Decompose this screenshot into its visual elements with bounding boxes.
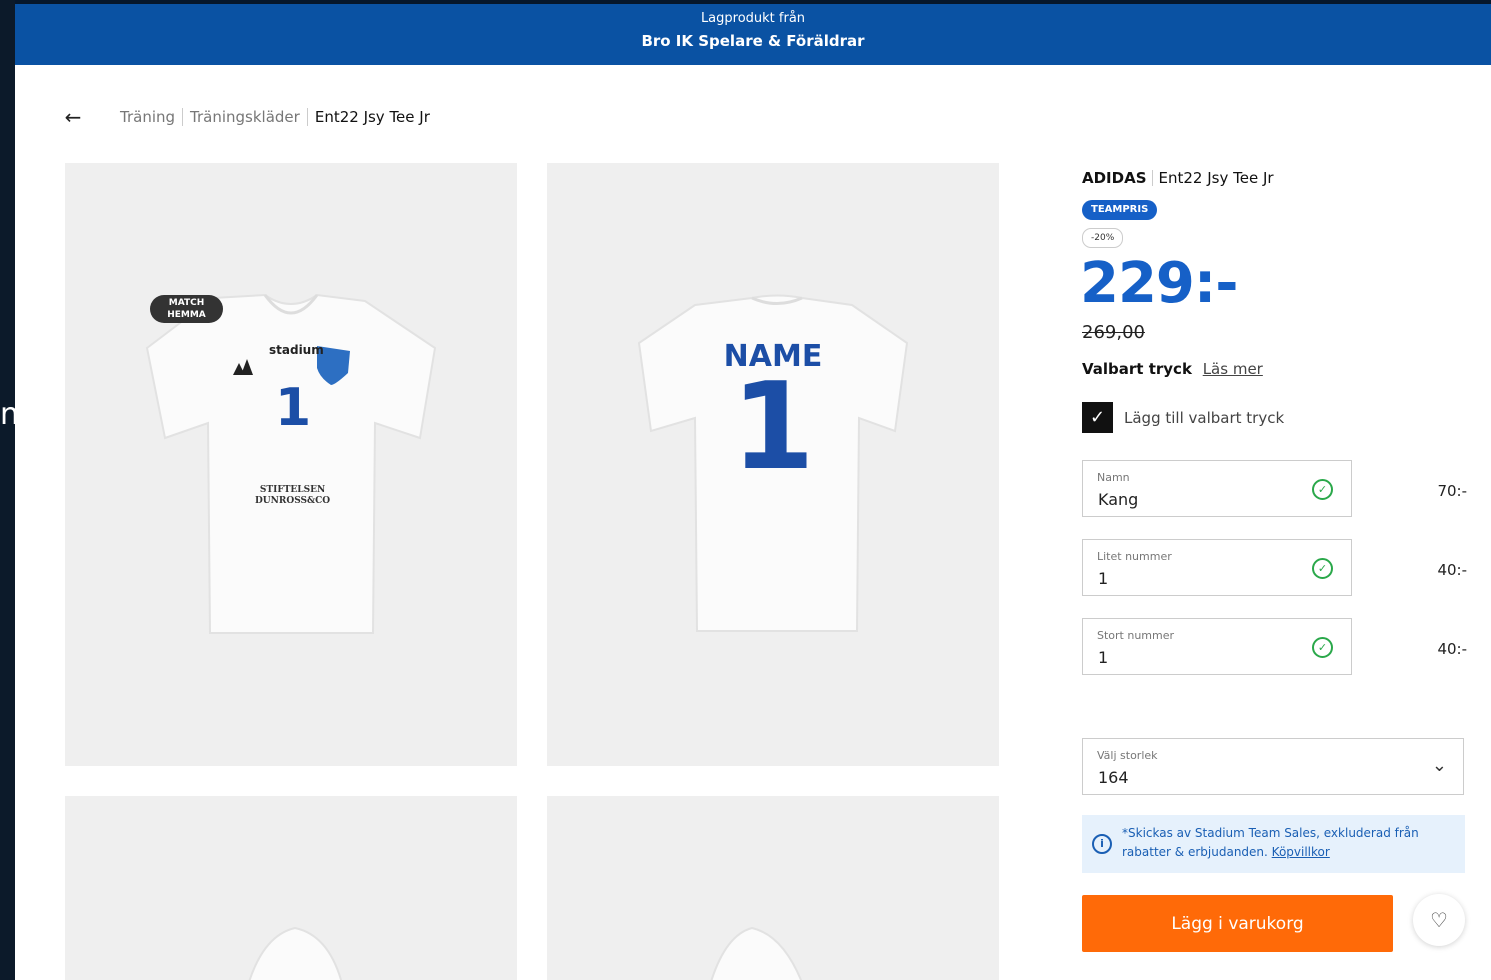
- size-select-value: 164: [1098, 768, 1129, 787]
- product-image-back[interactable]: NAME 1: [547, 163, 999, 766]
- chevron-down-icon: ⌄: [1431, 755, 1447, 776]
- shipping-info-box: i *Skickas av Stadium Team Sales, exklud…: [1082, 815, 1465, 873]
- heart-icon: ♡: [1430, 908, 1448, 932]
- add-print-label: Lägg till valbart tryck: [1124, 408, 1285, 427]
- product-image-front[interactable]: MATCH HEMMA stadium 1 STIFTELSEN DUNROSS…: [65, 163, 517, 766]
- banner-subtitle: Lagprodukt från: [700, 11, 806, 26]
- hoodie-illustration: [248, 926, 343, 980]
- add-print-checkbox[interactable]: ✓: [1082, 402, 1113, 433]
- current-price: 229:-: [1080, 251, 1239, 316]
- product-image-4[interactable]: [547, 796, 999, 980]
- product-modal: Lagprodukt från Bro IK Spelare & Föräldr…: [15, 4, 1491, 980]
- match-badge: MATCH HEMMA: [150, 295, 223, 323]
- jersey-back-number: 1: [731, 358, 815, 497]
- banner-team-name: Bro IK Spelare & Föräldrar: [641, 32, 865, 50]
- jersey-front-number: 1: [275, 378, 312, 438]
- shipping-info-text: *Skickas av Stadium Team Sales, exkluder…: [1122, 826, 1419, 859]
- small-number-value[interactable]: 1: [1098, 569, 1108, 588]
- add-print-row[interactable]: ✓ Lägg till valbart tryck: [1082, 402, 1284, 433]
- sponsor-print: STIFTELSEN DUNROSS&CO: [255, 485, 331, 506]
- small-number-price: 40:-: [1437, 561, 1467, 579]
- large-number-label: Stort nummer: [1097, 629, 1175, 642]
- product-name: Ent22 Jsy Tee Jr: [1158, 169, 1274, 187]
- read-more-link[interactable]: Läs mer: [1203, 360, 1263, 378]
- check-circle-icon: ✓: [1312, 479, 1333, 500]
- name-field[interactable]: Namn Kang ✓: [1082, 460, 1352, 517]
- discount-badge: -20%: [1082, 228, 1124, 248]
- title-separator: [1151, 170, 1153, 186]
- jersey-front-illustration: [145, 293, 437, 634]
- large-number-field[interactable]: Stort nummer 1 ✓: [1082, 618, 1352, 675]
- small-number-field[interactable]: Litet nummer 1 ✓: [1082, 539, 1352, 596]
- sponsor-stadium-text: stadium: [269, 343, 324, 357]
- check-circle-icon: ✓: [1312, 558, 1333, 579]
- product-image-3[interactable]: [65, 796, 517, 980]
- team-banner: Lagprodukt från Bro IK Spelare & Föräldr…: [15, 4, 1491, 65]
- small-number-label: Litet nummer: [1097, 550, 1172, 563]
- checkmark-icon: ✓: [1089, 407, 1106, 428]
- breadcrumb-item-current: Ent22 Jsy Tee Jr: [314, 108, 430, 126]
- optional-print-label: Valbart tryck: [1082, 360, 1192, 378]
- size-select[interactable]: Välj storlek 164 ⌄: [1082, 738, 1464, 795]
- check-circle-icon: ✓: [1312, 637, 1333, 658]
- breadcrumb-item-traningsklader[interactable]: Träningskläder: [183, 108, 307, 126]
- breadcrumb: ← Träning Träningskläder Ent22 Jsy Tee J…: [63, 105, 437, 129]
- large-number-value[interactable]: 1: [1098, 648, 1108, 667]
- terms-link[interactable]: Köpvillkor: [1272, 845, 1330, 859]
- info-icon: i: [1092, 834, 1112, 854]
- original-price: 269,00: [1082, 322, 1145, 343]
- product-title-row: ADIDAS Ent22 Jsy Tee Jr: [1082, 169, 1274, 187]
- teampris-badge: TEAMPRIS: [1082, 200, 1158, 220]
- large-number-price: 40:-: [1437, 640, 1467, 658]
- back-arrow-icon[interactable]: ←: [63, 105, 83, 129]
- name-field-label: Namn: [1097, 471, 1130, 484]
- background-page-strip: n: [0, 0, 15, 980]
- breadcrumb-item-traning[interactable]: Träning: [113, 108, 182, 126]
- name-field-value[interactable]: Kang: [1098, 490, 1138, 509]
- name-price: 70:-: [1437, 482, 1467, 500]
- hoodie-back-illustration: [710, 926, 803, 980]
- background-text-fragment: n: [0, 397, 15, 432]
- favorite-button[interactable]: ♡: [1413, 894, 1465, 946]
- size-select-label: Välj storlek: [1097, 749, 1158, 762]
- add-to-cart-button[interactable]: Lägg i varukorg: [1082, 895, 1393, 952]
- product-brand: ADIDAS: [1082, 169, 1147, 187]
- optional-print-header: Valbart tryck Läs mer: [1082, 360, 1263, 378]
